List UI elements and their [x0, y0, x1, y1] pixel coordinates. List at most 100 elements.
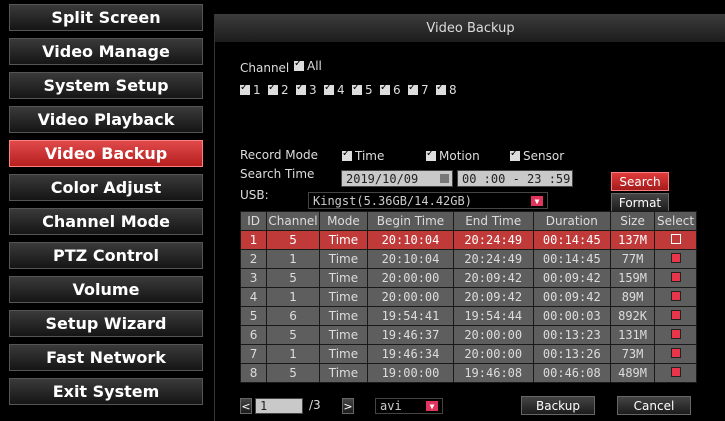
table-row[interactable]: 6 5 Time 19:46:37 20:00:00 00:13:23 131M — [239, 325, 697, 345]
panel-title: Video Backup — [215, 14, 725, 42]
table-cell: Time — [318, 268, 369, 288]
select-cell[interactable] — [654, 344, 697, 364]
channel-5-checkbox[interactable]: 5 — [352, 82, 373, 97]
usb-select-value: Kingst(5.36GB/14.42GB) — [313, 193, 472, 208]
prev-page-button[interactable]: < — [240, 398, 252, 414]
search-date-field[interactable]: 2019/10/09 — [341, 170, 453, 187]
backup-button[interactable]: Backup — [521, 396, 595, 415]
select-checkbox[interactable] — [670, 329, 681, 339]
checkbox-checked-icon — [380, 82, 390, 95]
table-cell: 20:10:04 — [367, 230, 454, 250]
col-mode: Mode — [318, 211, 369, 231]
menu-split-screen[interactable]: Split Screen — [9, 4, 203, 31]
table-cell: 5 — [266, 230, 320, 250]
table-row[interactable]: 2 1 Time 20:10:04 20:24:49 00:14:45 77M — [239, 249, 697, 269]
select-checkbox[interactable] — [670, 234, 681, 244]
channel-4-checkbox[interactable]: 4 — [324, 82, 345, 97]
col-begin-time: Begin Time — [367, 211, 454, 231]
select-cell[interactable] — [654, 249, 697, 269]
channel-all-checkbox[interactable]: All — [294, 58, 322, 73]
table-cell: 20:00:00 — [452, 325, 534, 345]
search-time-range-field[interactable]: 00 :00 - 23 :59 — [457, 170, 573, 187]
select-cell[interactable] — [654, 268, 697, 288]
search-button[interactable]: Search — [611, 172, 669, 191]
table-cell: 7 — [239, 344, 268, 364]
table-cell: 00:09:42 — [532, 287, 612, 307]
select-checkbox[interactable] — [670, 348, 681, 358]
col-duration: Duration — [532, 211, 612, 231]
table-cell: 20:00:00 — [452, 344, 534, 364]
channel-2-label: 2 — [281, 83, 289, 97]
menu-ptz-control[interactable]: PTZ Control — [9, 242, 203, 269]
table-cell: 5 — [239, 306, 268, 326]
table-cell: 1 — [266, 287, 320, 307]
table-cell: 131M — [610, 325, 656, 345]
record-mode-sensor-checkbox[interactable]: Sensor — [510, 148, 564, 163]
table-cell: 89M — [610, 287, 656, 307]
table-row[interactable]: 5 6 Time 19:54:41 19:54:44 00:00:03 892K — [239, 306, 697, 326]
menu-exit-system[interactable]: Exit System — [9, 378, 203, 405]
channel-7-checkbox[interactable]: 7 — [408, 82, 429, 97]
menu-channel-mode[interactable]: Channel Mode — [9, 208, 203, 235]
select-cell[interactable] — [654, 306, 697, 326]
select-cell[interactable] — [654, 325, 697, 345]
checkbox-checked-icon — [436, 82, 446, 95]
cancel-button[interactable]: Cancel — [617, 396, 691, 415]
table-row[interactable]: 7 1 Time 19:46:34 20:00:00 00:13:26 73M — [239, 344, 697, 364]
table-cell: 20:24:49 — [452, 230, 534, 250]
record-mode-time-checkbox[interactable]: Time — [342, 148, 384, 163]
table-row[interactable]: 3 5 Time 20:00:00 20:09:42 00:09:42 159M — [239, 268, 697, 288]
menu-video-backup[interactable]: Video Backup — [9, 140, 203, 167]
menu-video-playback[interactable]: Video Playback — [9, 106, 203, 133]
table-row[interactable]: 4 1 Time 20:00:00 20:09:42 00:09:42 89M — [239, 287, 697, 307]
select-checkbox[interactable] — [670, 291, 681, 301]
col-id: ID — [239, 211, 268, 231]
search-date-value: 2019/10/09 — [346, 171, 419, 186]
channel-1-checkbox[interactable]: 1 — [240, 82, 261, 97]
table-cell: 20:09:42 — [452, 268, 534, 288]
table-cell: 19:00:00 — [367, 363, 454, 383]
select-checkbox[interactable] — [670, 253, 681, 263]
table-cell: 489M — [610, 363, 656, 383]
table-cell: 2 — [239, 249, 268, 269]
menu-volume[interactable]: Volume — [9, 276, 203, 303]
checkbox-checked-icon — [268, 82, 278, 95]
record-mode-motion-checkbox[interactable]: Motion — [426, 148, 480, 163]
table-cell: 6 — [266, 306, 320, 326]
calendar-icon[interactable] — [440, 174, 449, 183]
table-cell: 73M — [610, 344, 656, 364]
table-cell: 20:10:04 — [367, 249, 454, 269]
table-header-row: ID Channel Mode Begin Time End Time Dura… — [239, 211, 697, 231]
menu-color-adjust[interactable]: Color Adjust — [9, 174, 203, 201]
select-cell[interactable] — [654, 287, 697, 307]
checkbox-checked-icon — [342, 148, 352, 161]
page-input[interactable]: 1 — [255, 398, 303, 414]
select-cell[interactable] — [654, 230, 697, 250]
menu-setup-wizard[interactable]: Setup Wizard — [9, 310, 203, 337]
file-format-select[interactable]: avi ▼ — [375, 398, 443, 414]
channel-6-checkbox[interactable]: 6 — [380, 82, 401, 97]
menu-video-manage[interactable]: Video Manage — [9, 38, 203, 65]
select-cell[interactable] — [654, 363, 697, 383]
search-time-range-value: 00 :00 - 23 :59 — [462, 171, 571, 186]
channel-2-checkbox[interactable]: 2 — [268, 82, 289, 97]
menu-system-setup[interactable]: System Setup — [9, 72, 203, 99]
table-cell: 5 — [266, 268, 320, 288]
select-checkbox[interactable] — [670, 310, 681, 320]
format-button[interactable]: Format — [611, 193, 669, 212]
table-row[interactable]: 1 5 Time 20:10:04 20:24:49 00:14:45 137M — [239, 230, 697, 250]
menu-fast-network[interactable]: Fast Network — [9, 344, 203, 371]
chevron-down-icon: ▼ — [531, 196, 543, 206]
search-time-label: Search Time — [240, 167, 315, 181]
table-cell: 137M — [610, 230, 656, 250]
select-checkbox[interactable] — [670, 367, 681, 377]
checkbox-checked-icon — [240, 82, 250, 95]
table-row[interactable]: 8 5 Time 19:00:00 19:46:08 00:46:08 489M — [239, 363, 697, 383]
next-page-button[interactable]: > — [342, 398, 354, 414]
channel-8-checkbox[interactable]: 8 — [436, 82, 457, 97]
usb-select[interactable]: Kingst(5.36GB/14.42GB) ▼ — [308, 192, 548, 209]
channel-3-label: 3 — [309, 83, 317, 97]
channel-6-label: 6 — [393, 83, 401, 97]
channel-3-checkbox[interactable]: 3 — [296, 82, 317, 97]
select-checkbox[interactable] — [670, 272, 681, 282]
